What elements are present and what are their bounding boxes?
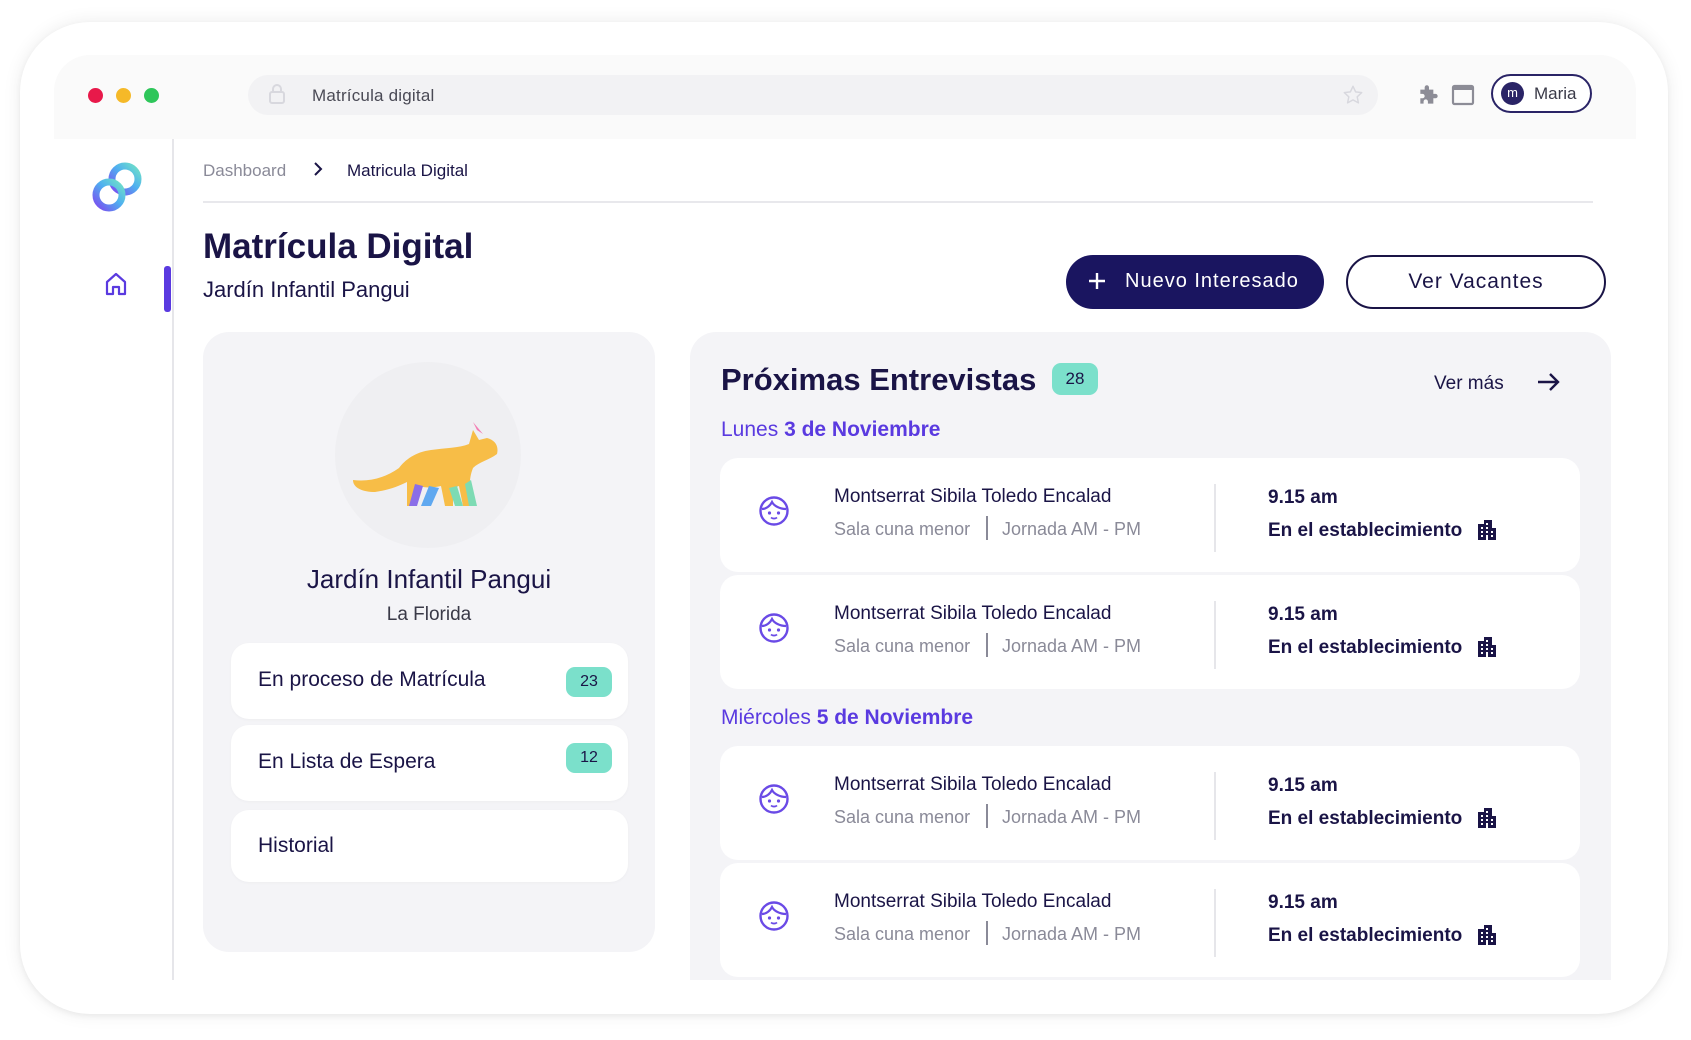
browser-window: Matrícula digital m Maria Dashboard Matr… bbox=[54, 55, 1636, 980]
minimize-window-dot[interactable] bbox=[116, 88, 131, 103]
child-face-icon bbox=[758, 783, 790, 820]
interviews-title: Próximas Entrevistas bbox=[721, 362, 1037, 397]
address-bar[interactable]: Matrícula digital bbox=[248, 75, 1378, 115]
building-icon bbox=[1476, 519, 1498, 546]
interview-location: En el establecimiento bbox=[1268, 808, 1463, 829]
window-icon[interactable] bbox=[1451, 84, 1475, 111]
home-icon[interactable] bbox=[104, 271, 128, 302]
interview-location: En el establecimiento bbox=[1268, 925, 1463, 946]
day-heading: Miércoles 5 de Noviembre bbox=[721, 706, 973, 730]
avatar: m bbox=[1501, 82, 1524, 105]
sidebar-divider bbox=[172, 139, 174, 980]
stat-label: En Lista de Espera bbox=[258, 750, 436, 773]
meta-divider bbox=[986, 921, 988, 945]
interview-time: 9.15 am bbox=[1268, 892, 1338, 913]
day-heading: Lunes 3 de Noviembre bbox=[721, 418, 940, 442]
child-face-icon bbox=[758, 612, 790, 649]
profile-button[interactable]: m Maria bbox=[1491, 74, 1592, 113]
address-url: Matrícula digital bbox=[312, 86, 435, 105]
close-window-dot[interactable] bbox=[88, 88, 103, 103]
column-divider bbox=[1214, 772, 1216, 840]
meta-divider bbox=[986, 633, 988, 657]
meta-divider bbox=[986, 804, 988, 828]
child-name: Montserrat Sibila Toledo Encalad bbox=[834, 774, 1112, 795]
interview-item[interactable]: Montserrat Sibila Toledo Encalad Sala cu… bbox=[720, 458, 1580, 572]
interviews-panel: Próximas Entrevistas 28 Ver más Lunes 3 … bbox=[690, 332, 1611, 980]
child-shift: Jornada AM - PM bbox=[1002, 519, 1142, 539]
school-mascot-avatar bbox=[335, 362, 521, 548]
column-divider bbox=[1214, 601, 1216, 669]
profile-name: Maria bbox=[1534, 84, 1577, 103]
stat-label: Historial bbox=[258, 834, 334, 857]
page-title: Matrícula Digital bbox=[203, 227, 474, 266]
stat-history[interactable]: Historial bbox=[231, 810, 628, 882]
new-lead-label: Nuevo Interesado bbox=[1125, 270, 1299, 292]
arrow-right-icon[interactable] bbox=[1536, 371, 1562, 398]
day-weekday: Miércoles bbox=[721, 706, 811, 729]
school-location: La Florida bbox=[386, 604, 472, 625]
page-subtitle: Jardín Infantil Pangui bbox=[203, 277, 410, 302]
breadcrumb-dashboard[interactable]: Dashboard bbox=[203, 161, 286, 181]
stat-in-enrollment[interactable]: En proceso de Matrícula 23 bbox=[231, 643, 628, 719]
stat-count-badge: 12 bbox=[566, 743, 612, 773]
child-name: Montserrat Sibila Toledo Encalad bbox=[834, 891, 1112, 912]
stat-count-badge: 23 bbox=[566, 667, 612, 697]
child-shift: Jornada AM - PM bbox=[1002, 636, 1142, 656]
puma-icon bbox=[353, 422, 498, 506]
stat-label: En proceso de Matrícula bbox=[258, 668, 486, 691]
interview-item[interactable]: Montserrat Sibila Toledo Encalad Sala cu… bbox=[720, 746, 1580, 860]
child-level: Sala cuna menor bbox=[834, 519, 971, 539]
meta-divider bbox=[986, 516, 988, 540]
view-vacancies-button[interactable]: Ver Vacantes bbox=[1346, 255, 1606, 309]
child-shift: Jornada AM - PM bbox=[1002, 807, 1142, 827]
interview-location: En el establecimiento bbox=[1268, 637, 1463, 658]
interview-location: En el establecimiento bbox=[1268, 520, 1463, 541]
day-date: 5 de Noviembre bbox=[816, 706, 974, 729]
stat-waitlist[interactable]: En Lista de Espera 12 bbox=[231, 725, 628, 801]
school-card: Jardín Infantil Pangui La Florida En pro… bbox=[203, 332, 655, 952]
child-face-icon bbox=[758, 900, 790, 937]
child-level: Sala cuna menor bbox=[834, 807, 971, 827]
child-level: Sala cuna menor bbox=[834, 636, 971, 656]
day-date: 3 de Noviembre bbox=[784, 418, 941, 441]
header-divider bbox=[203, 201, 1593, 203]
chevron-right-icon bbox=[312, 160, 324, 183]
see-more-link[interactable]: Ver más bbox=[1434, 373, 1504, 395]
interview-time: 9.15 am bbox=[1268, 604, 1338, 625]
child-name: Montserrat Sibila Toledo Encalad bbox=[834, 486, 1112, 507]
building-icon bbox=[1476, 924, 1498, 951]
child-shift: Jornada AM - PM bbox=[1002, 924, 1142, 944]
column-divider bbox=[1214, 484, 1216, 552]
new-lead-button[interactable]: Nuevo Interesado bbox=[1066, 255, 1324, 309]
interview-item[interactable]: Montserrat Sibila Toledo Encalad Sala cu… bbox=[720, 575, 1580, 689]
interview-time: 9.15 am bbox=[1268, 775, 1338, 796]
building-icon bbox=[1476, 636, 1498, 663]
day-weekday: Lunes bbox=[721, 418, 779, 441]
child-face-icon bbox=[758, 495, 790, 532]
school-name: Jardín Infantil Pangui bbox=[306, 564, 552, 594]
plus-icon bbox=[1088, 266, 1106, 302]
child-name: Montserrat Sibila Toledo Encalad bbox=[834, 603, 1112, 624]
lock-icon bbox=[268, 84, 286, 109]
child-level: Sala cuna menor bbox=[834, 924, 971, 944]
extensions-puzzle-icon[interactable] bbox=[1416, 82, 1442, 113]
maximize-window-dot[interactable] bbox=[144, 88, 159, 103]
breadcrumb-current: Matricula Digital bbox=[347, 161, 468, 180]
building-icon bbox=[1476, 807, 1498, 834]
interview-time: 9.15 am bbox=[1268, 487, 1338, 508]
bookmark-star-icon[interactable] bbox=[1342, 84, 1364, 111]
browser-toolbar: Matrícula digital m Maria bbox=[54, 55, 1636, 139]
interviews-count-badge: 28 bbox=[1052, 363, 1098, 395]
interview-item[interactable]: Montserrat Sibila Toledo Encalad Sala cu… bbox=[720, 863, 1580, 977]
app-logo[interactable] bbox=[90, 159, 146, 220]
column-divider bbox=[1214, 889, 1216, 957]
nav-active-indicator bbox=[164, 266, 171, 312]
view-vacancies-label: Ver Vacantes bbox=[1408, 270, 1544, 293]
